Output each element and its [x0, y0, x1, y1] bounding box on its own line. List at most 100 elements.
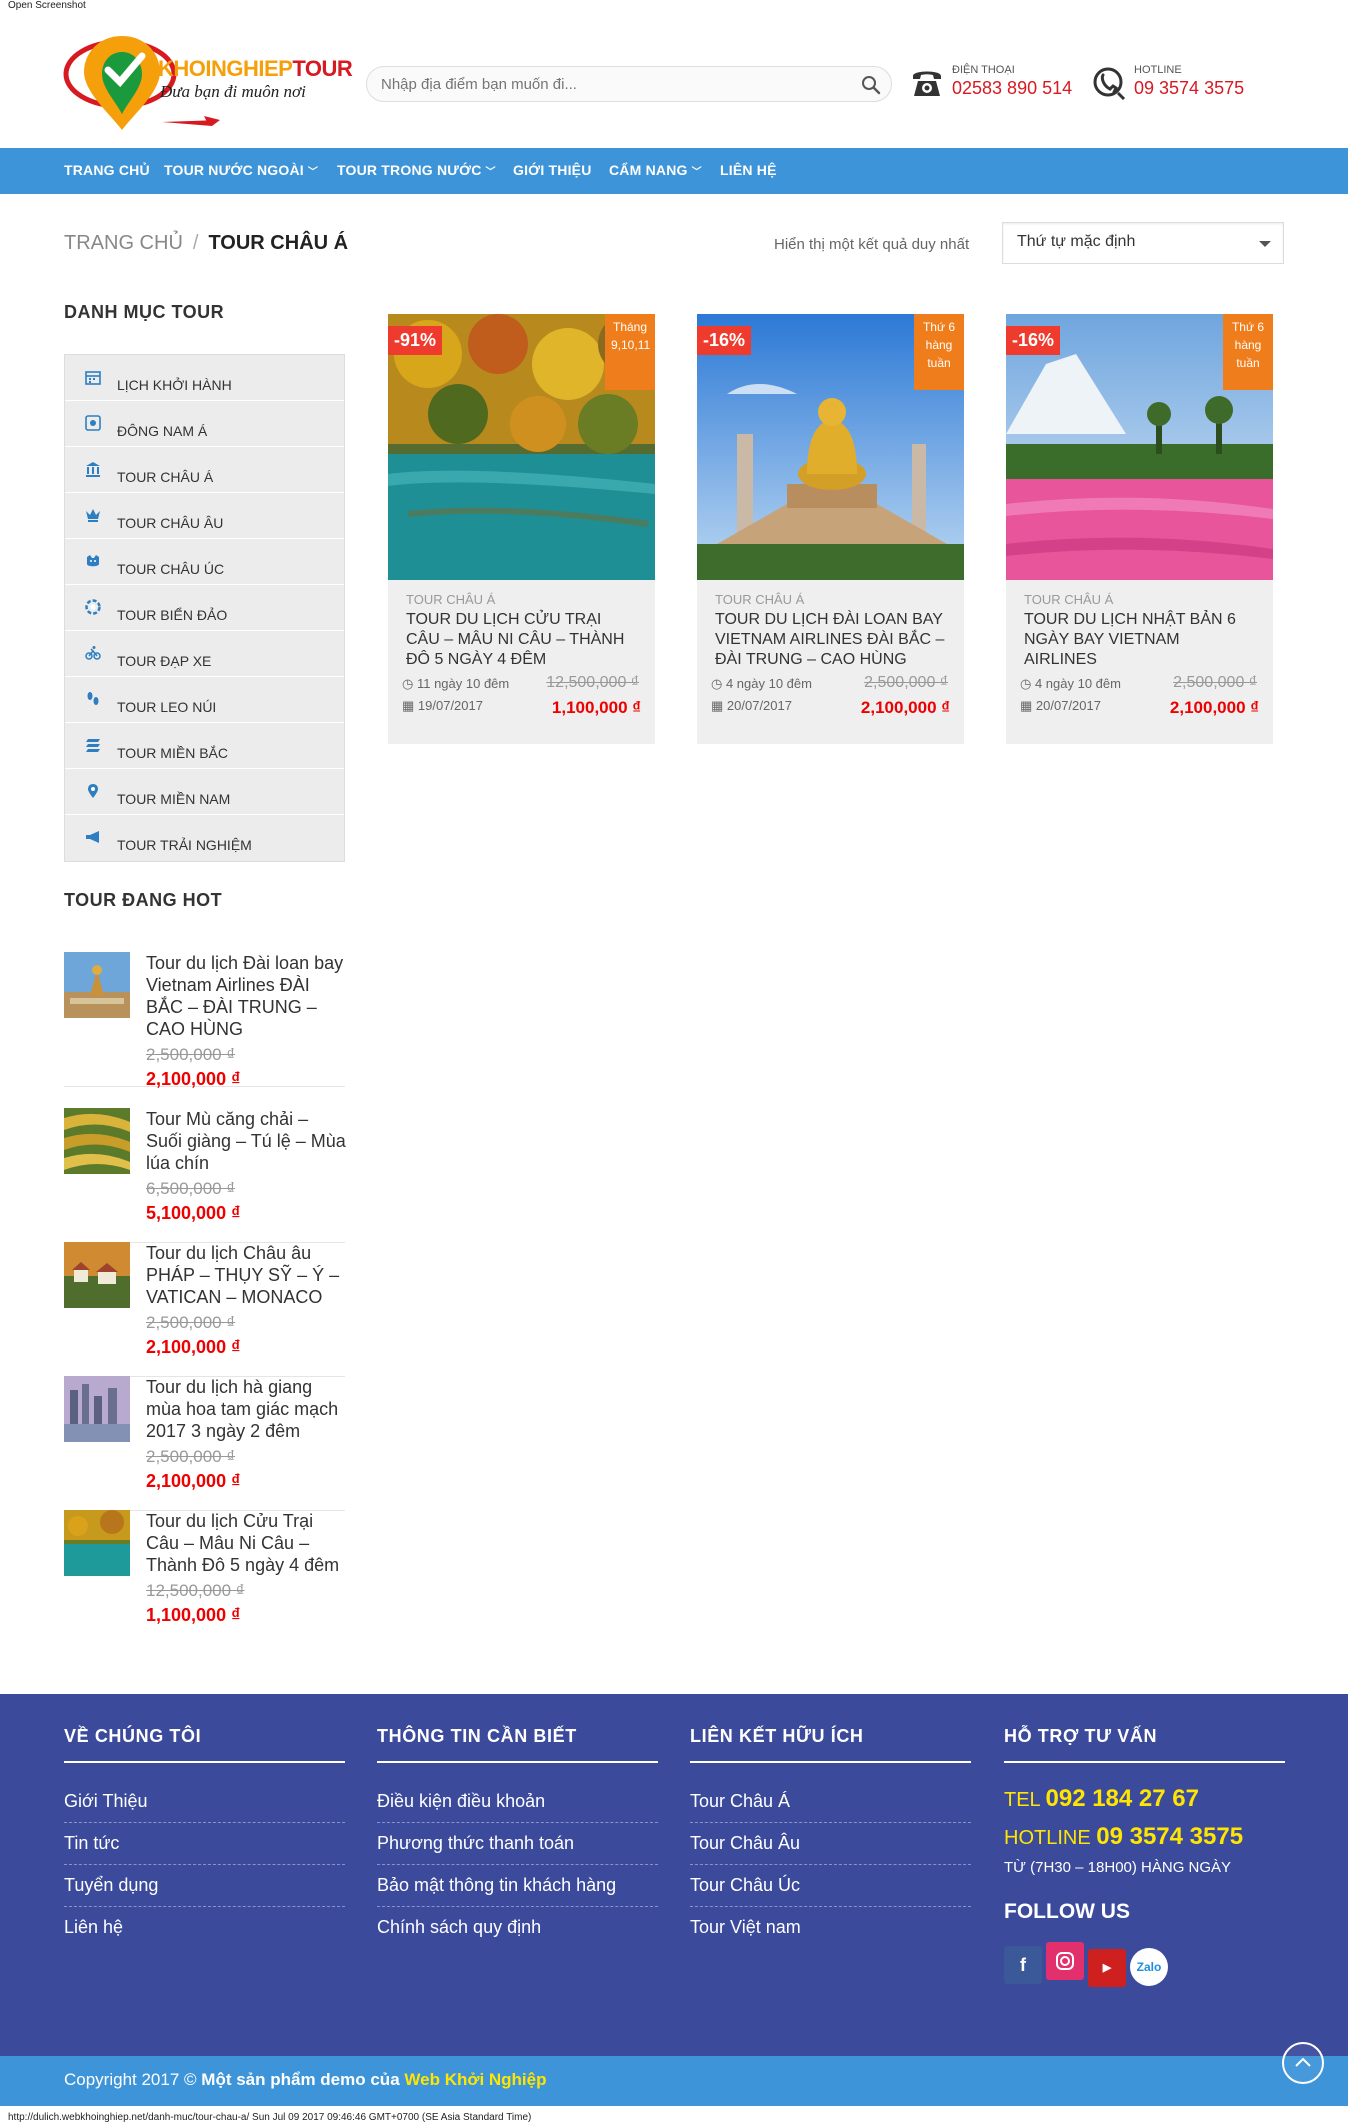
product-date: ▦ 20/07/2017: [1020, 698, 1101, 713]
sort-select[interactable]: Thứ tự mặc định: [1002, 222, 1284, 264]
search-input[interactable]: [367, 67, 837, 101]
product-card[interactable]: -16% Thứ 6 hàng tuần TOUR CHÂU Á TOUR DU…: [1006, 314, 1273, 744]
facebook-icon[interactable]: f: [1004, 1946, 1042, 1984]
nav-item-home[interactable]: TRANG CHỦ: [64, 162, 150, 178]
hot-tour-title[interactable]: Tour du lịch Cửu Trại Câu – Mâu Ni Câu –…: [146, 1510, 346, 1576]
product-title[interactable]: TOUR DU LỊCH ĐÀI LOAN BAY VIETNAM AIRLIN…: [715, 610, 947, 670]
footer-link[interactable]: Chính sách quy định: [377, 1911, 658, 1948]
search-icon[interactable]: [861, 75, 881, 95]
footer-link[interactable]: Liên hệ: [64, 1911, 345, 1948]
product-title[interactable]: TOUR DU LỊCH CỬU TRẠI CÂU – MÂU NI CÂU –…: [406, 610, 638, 670]
site-footer: VỀ CHÚNG TÔI Giới Thiệu Tin tức Tuyển dụ…: [0, 1694, 1348, 2056]
product-category[interactable]: TOUR CHÂU Á: [1024, 592, 1113, 607]
sort-selected-value: Thứ tự mặc định: [1017, 233, 1136, 250]
back-to-top-button[interactable]: [1282, 2042, 1324, 2084]
category-item[interactable]: TOUR MIỀN NAM: [65, 769, 344, 815]
footer-link[interactable]: Giới Thiệu: [64, 1785, 345, 1823]
product-duration: ◷ 4 ngày 10 đêm: [1020, 676, 1121, 691]
footer-link[interactable]: Tin tức: [64, 1827, 345, 1865]
hot-tour-title[interactable]: Tour du lịch hà giang mùa hoa tam giác m…: [146, 1376, 346, 1442]
hot-tour-old-price: 6,500,000 ₫: [146, 1179, 236, 1198]
footer-link[interactable]: Tuyển dụng: [64, 1869, 345, 1907]
lifebuoy-icon: [85, 599, 101, 615]
category-item[interactable]: TOUR LEO NÚI: [65, 677, 344, 723]
footer-link[interactable]: Tour Châu Úc: [690, 1869, 971, 1907]
hot-tour-item[interactable]: Tour du lịch hà giang mùa hoa tam giác m…: [64, 1376, 345, 1511]
nav-item-contact[interactable]: LIÊN HỆ: [720, 162, 777, 178]
hot-tour-title[interactable]: Tour du lịch Đài loan bay Vietnam Airlin…: [146, 952, 346, 1040]
footer-link[interactable]: Tour Việt nam: [690, 1911, 971, 1948]
hot-tour-thumbnail[interactable]: [64, 1242, 130, 1308]
footer-about-title: VỀ CHÚNG TÔI: [64, 1726, 345, 1763]
hot-tour-thumbnail[interactable]: [64, 1510, 130, 1576]
zalo-icon[interactable]: Zalo: [1130, 1948, 1168, 1986]
copyright-text: Copyright 2017 © Một sản phẩm demo của W…: [64, 2070, 547, 2089]
support-hotline[interactable]: HOTLINE 09 3574 3575: [1004, 1823, 1285, 1851]
hot-tour-item[interactable]: Tour du lịch Đài loan bay Vietnam Airlin…: [64, 952, 346, 1089]
clock-icon: ◷: [1020, 676, 1035, 691]
clock-icon: ◷: [402, 676, 417, 691]
map-pin-square-icon: [85, 415, 101, 431]
category-item[interactable]: ĐÔNG NAM Á: [65, 401, 344, 447]
chevron-down-icon: ﹀: [691, 167, 702, 178]
category-item[interactable]: TOUR CHÂU ÂU: [65, 493, 344, 539]
category-item[interactable]: TOUR CHÂU ÚC: [65, 539, 344, 585]
category-item[interactable]: TOUR BIỂN ĐẢO: [65, 585, 344, 631]
hot-tour-title[interactable]: Tour Mù căng chải – Suối giàng – Tú lệ –…: [146, 1108, 346, 1174]
kangaroo-icon: [87, 555, 99, 567]
product-card[interactable]: -91% Tháng 9,10,11 TOUR CHÂU Á TOUR DU L…: [388, 314, 655, 744]
nav-item-guide[interactable]: CẨM NANG ﹀: [609, 162, 702, 178]
hot-tour-new-price: 2,100,000 ₫: [146, 1069, 241, 1089]
product-card[interactable]: -16% Thứ 6 hàng tuần TOUR CHÂU Á TOUR DU…: [697, 314, 964, 744]
footer-link[interactable]: Tour Châu Á: [690, 1785, 971, 1823]
support-tel[interactable]: TEL 092 184 27 67: [1004, 1785, 1285, 1813]
hot-tour-old-price: 2,500,000 ₫: [146, 1045, 236, 1064]
product-duration: ◷ 11 ngày 10 đêm: [402, 676, 510, 691]
calendar-icon: ▦: [1020, 698, 1036, 713]
nav-item-domestic-tours[interactable]: TOUR TRONG NƯỚC ﹀: [337, 162, 496, 178]
hot-tour-item[interactable]: Tour du lịch Châu âu PHÁP – THỤY SỸ – Ý …: [64, 1242, 345, 1377]
telephone-icon: [913, 71, 941, 96]
nav-item-international-tours[interactable]: TOUR NƯỚC NGOÀI ﹀: [164, 162, 318, 178]
hot-tour-old-price: 12,500,000 ₫: [146, 1581, 245, 1600]
main-nav: TRANG CHỦ TOUR NƯỚC NGOÀI ﹀ TOUR TRONG NƯ…: [0, 148, 1348, 194]
footprints-icon: [87, 692, 99, 705]
product-old-price: 12,500,000 ₫: [546, 674, 639, 691]
category-item[interactable]: TOUR ĐẠP XE: [65, 631, 344, 677]
product-category[interactable]: TOUR CHÂU Á: [715, 592, 804, 607]
hot-tour-thumbnail[interactable]: [64, 952, 130, 1018]
layers-icon: [86, 739, 100, 752]
category-item[interactable]: TOUR MIỀN BẮC: [65, 723, 344, 769]
hot-tour-title[interactable]: Tour du lịch Châu âu PHÁP – THỤY SỸ – Ý …: [146, 1242, 346, 1308]
support-hours: TỪ (7H30 – 18H00) HÀNG NGÀY: [1004, 1859, 1232, 1876]
discount-badge: -16%: [1006, 326, 1061, 355]
hot-tour-thumbnail[interactable]: [64, 1108, 130, 1174]
footer-support-title: HỖ TRỢ TƯ VẤN: [1004, 1726, 1285, 1763]
phone-number: 02583 890 514: [952, 78, 1073, 98]
instagram-icon[interactable]: [1046, 1942, 1084, 1980]
footer-info-title: THÔNG TIN CẦN BIẾT: [377, 1726, 658, 1763]
bicycle-icon: [85, 646, 101, 660]
calendar-icon: [85, 371, 101, 385]
schedule-badge: Thứ 6 hàng tuần: [1223, 314, 1273, 390]
hot-tour-item[interactable]: Tour du lịch Cửu Trại Câu – Mâu Ni Câu –…: [64, 1510, 345, 1645]
category-item[interactable]: TOUR TRẢI NGHIỆM: [65, 815, 344, 861]
hot-tour-item[interactable]: Tour Mù căng chải – Suối giàng – Tú lệ –…: [64, 1108, 346, 1243]
category-item[interactable]: LỊCH KHỞI HÀNH: [65, 355, 344, 401]
copyright-link[interactable]: Web Khởi Nghiệp: [404, 2070, 546, 2089]
nav-item-about[interactable]: GIỚI THIỆU: [513, 162, 592, 178]
footer-link[interactable]: Phương thức thanh toán: [377, 1827, 658, 1865]
hot-tours-title: TOUR ĐANG HOT: [64, 890, 223, 910]
product-title[interactable]: TOUR DU LỊCH NHẬT BẢN 6 NGÀY BAY VIETNAM…: [1024, 610, 1256, 670]
footer-link[interactable]: Bảo mật thông tin khách hàng: [377, 1869, 658, 1907]
product-category[interactable]: TOUR CHÂU Á: [406, 592, 495, 607]
breadcrumb-home[interactable]: TRANG CHỦ: [64, 232, 183, 254]
youtube-icon[interactable]: ▶: [1088, 1949, 1126, 1987]
product-duration: ◷ 4 ngày 10 đêm: [711, 676, 812, 691]
product-old-price: 2,500,000 ₫: [864, 674, 948, 691]
hotline-number: 09 3574 3575: [1134, 78, 1245, 98]
category-item[interactable]: TOUR CHÂU Á: [65, 447, 344, 493]
hot-tour-thumbnail[interactable]: [64, 1376, 130, 1442]
footer-link[interactable]: Tour Châu Âu: [690, 1827, 971, 1865]
footer-link[interactable]: Điều kiện điều khoản: [377, 1785, 658, 1823]
